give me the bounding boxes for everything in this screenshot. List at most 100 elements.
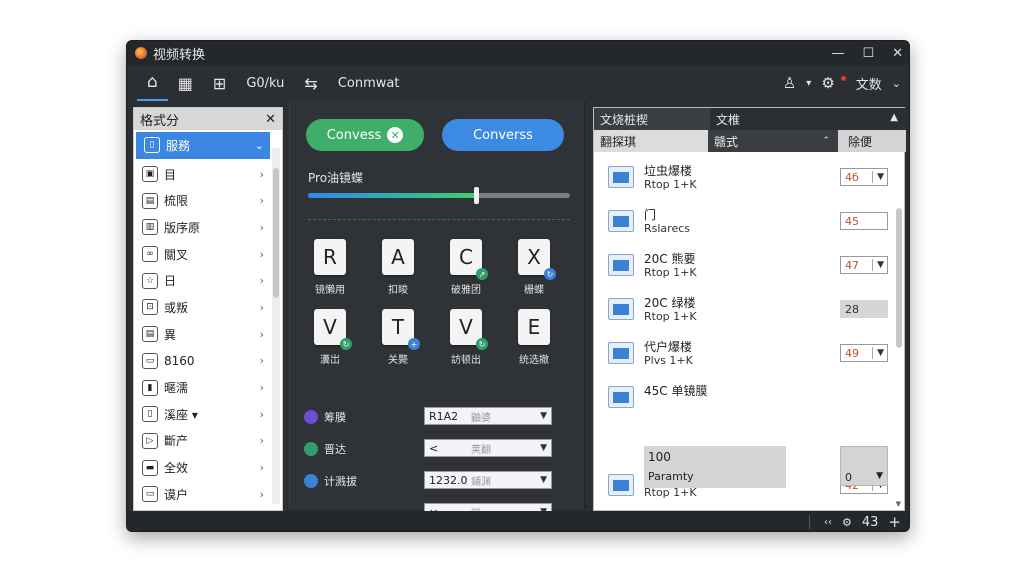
quality-field[interactable]: 28 xyxy=(840,300,888,318)
sidebar-item-11[interactable]: ▷ 斷产 › xyxy=(134,428,282,455)
scroll-down-arrow-icon[interactable]: ▼ xyxy=(896,500,901,508)
sidebar-item-1[interactable]: ▣ 目 › xyxy=(134,161,282,188)
option-dropdown-1[interactable]: < 荚翻 ▼ xyxy=(424,439,552,457)
format-letter: X xyxy=(527,245,541,269)
chevron-right-icon: › xyxy=(259,434,264,448)
toolbar-convert-tab[interactable]: Conmwat xyxy=(328,65,410,101)
sidebar-item-2[interactable]: ▤ 梳限 › xyxy=(134,187,282,214)
progress-slider-fill xyxy=(308,193,476,198)
parameter-label: Paramty xyxy=(648,470,694,483)
maximize-icon[interactable]: ☐ xyxy=(862,46,874,61)
format-letter-icon: T + xyxy=(382,309,420,350)
format-tile-0[interactable]: R 镜懶用 xyxy=(302,239,358,296)
language-caret[interactable]: ⌄ xyxy=(892,77,901,90)
format-letter: V xyxy=(323,315,337,339)
sidebar-item-3[interactable]: ▥ 版序原 › xyxy=(134,214,282,241)
file-row-3[interactable]: 20C 绿楼 Rtop 1+K 28 xyxy=(600,292,890,332)
file-detail: Rslarecs xyxy=(644,222,690,235)
toolbar-grid-button[interactable]: ⊞ xyxy=(203,65,236,101)
column-header-name[interactable]: 翻探琪 xyxy=(594,130,708,152)
sidebar-item-label: 日 xyxy=(164,274,177,289)
sidebar-item-6[interactable]: ⊡ 或叛 › xyxy=(134,294,282,321)
minimize-icon[interactable]: — xyxy=(831,46,844,61)
user-menu-caret[interactable]: ▾ xyxy=(806,78,811,89)
parameter-box[interactable]: 100 Paramty xyxy=(644,446,786,488)
progress-slider[interactable] xyxy=(308,187,570,204)
window-controls: — ☐ ✕ xyxy=(831,41,903,65)
file-name: 代户爆楼 xyxy=(644,340,693,354)
toolbar-goku-tab[interactable]: G0/ku xyxy=(236,65,294,101)
sidebar-item-5[interactable]: ☆ 日 › xyxy=(134,267,282,294)
file-row-2[interactable]: 20C 熊要 Rtop 1+K 47 ▼ xyxy=(600,248,890,288)
notification-dot xyxy=(840,75,846,81)
convert-blue-button[interactable]: Converss xyxy=(442,119,564,151)
format-tile-1[interactable]: A 扣睃 xyxy=(370,239,426,296)
file-detail: Plvs 1+K xyxy=(644,354,693,367)
file-row-1[interactable]: 门 Rslarecs 45 xyxy=(600,204,890,244)
collapse-triangle-icon[interactable]: ▲ xyxy=(890,112,898,123)
quality-field[interactable]: 47 ▼ xyxy=(840,256,888,274)
close-icon[interactable]: ✕ xyxy=(892,46,903,61)
column-header-quality[interactable]: 除便 xyxy=(838,130,906,152)
convert-green-button[interactable]: Convess ✕ xyxy=(306,119,424,151)
sidebar-item-10[interactable]: ▯ 溪座 ▾ › xyxy=(134,401,282,428)
format-tile-4[interactable]: V ↻ 瀵岀 xyxy=(302,309,358,366)
sidebar-item-8[interactable]: ▭ 8160 › xyxy=(134,348,282,375)
status-gear-icon[interactable]: ⚙ xyxy=(842,516,852,529)
option-icon xyxy=(304,442,318,456)
tab-other[interactable]: 文椎 xyxy=(710,108,746,130)
left-scrollbar-thumb[interactable] xyxy=(273,168,279,298)
toolbar-home-button[interactable]: ⌂ xyxy=(137,65,168,101)
format-category-icon: ▮ xyxy=(142,379,158,396)
sidebar-item-7[interactable]: ▤ 異 › xyxy=(134,321,282,348)
option-dropdown-2[interactable]: 1232.0 鋪渊 ▼ xyxy=(424,471,552,489)
option-dropdown-value: 1232.0 xyxy=(429,473,468,487)
format-tile-2[interactable]: C ↗ 破雅团 xyxy=(438,239,494,296)
option-dropdown-0[interactable]: R1A2 鼬婆 ▼ xyxy=(424,407,552,425)
format-category-icon: ▤ xyxy=(142,192,158,209)
format-letter-icon: E xyxy=(518,309,550,345)
parameter-dropdown[interactable]: 0 ▼ xyxy=(840,446,888,486)
collapse-left-icon[interactable]: ‹‹ xyxy=(824,517,832,528)
option-dropdown-hint: 鼬婆 xyxy=(471,412,491,424)
main-toolbar: ⌂ ▦ ⊞ G0/ku ⇆ Conmwat ♙ ▾ ⚙ 文数 ⌄ xyxy=(127,65,909,101)
quality-field[interactable]: 49 ▼ xyxy=(840,344,888,362)
format-tile-5[interactable]: T + 关斃 xyxy=(370,309,426,366)
sidebar-item-label: 斷产 xyxy=(164,434,189,449)
chevron-right-icon: › xyxy=(259,327,264,341)
tile-badge-icon: ↻ xyxy=(340,338,352,350)
format-letter: R xyxy=(323,245,337,269)
sidebar-item-0[interactable]: ▯ 服務 ⌄ xyxy=(136,132,270,159)
gear-icon[interactable]: ⚙ xyxy=(821,74,834,92)
format-tile-6[interactable]: V ↻ 訪顿出 xyxy=(438,309,494,366)
option-icon xyxy=(304,410,318,424)
column-header-format[interactable]: 赣式 ⌃ xyxy=(708,130,838,152)
close-panel-icon[interactable]: ✕ xyxy=(265,112,276,127)
video-file-icon xyxy=(608,342,634,364)
sidebar-item-12[interactable]: ▬ 全效 › xyxy=(134,454,282,481)
quality-field[interactable]: 45 xyxy=(840,212,888,230)
sidebar-item-4[interactable]: ∞ 關叉 › xyxy=(134,241,282,268)
format-tile-7[interactable]: E 统选撤 xyxy=(506,309,562,366)
swap-icon: ⇆ xyxy=(304,73,318,93)
sidebar-item-label: 關叉 xyxy=(164,247,189,262)
sidebar-item-13[interactable]: ▭ 谟户 › xyxy=(134,481,282,508)
language-selector[interactable]: 文数 xyxy=(856,74,882,93)
toolbar-film-button[interactable]: ▦ xyxy=(168,65,203,101)
format-tile-label: 破雅团 xyxy=(451,285,481,296)
video-file-icon xyxy=(608,386,634,408)
right-scrollbar-thumb[interactable] xyxy=(896,208,902,348)
add-plus-icon[interactable]: + xyxy=(888,513,901,531)
file-row-5[interactable]: 45C 单镜膜 xyxy=(600,380,890,420)
toolbar-swap-button[interactable]: ⇆ xyxy=(294,65,327,101)
file-row-0[interactable]: 垃虫爆楼 Rtop 1+K 4б ▼ xyxy=(600,160,890,200)
quality-field[interactable]: 4б ▼ xyxy=(840,168,888,186)
file-row-4[interactable]: 代户爆楼 Plvs 1+K 49 ▼ xyxy=(600,336,890,376)
progress-slider-thumb[interactable] xyxy=(473,187,479,204)
sidebar-item-9[interactable]: ▮ 暱濡 › xyxy=(134,374,282,401)
tab-file-list[interactable]: 文烧桩楔 xyxy=(594,108,710,130)
user-icon[interactable]: ♙ xyxy=(783,74,796,92)
format-tile-3[interactable]: X ↻ 栅蝶 xyxy=(506,239,562,296)
format-tile-label: 镜懶用 xyxy=(315,285,345,296)
video-file-icon-glyph xyxy=(613,391,629,403)
